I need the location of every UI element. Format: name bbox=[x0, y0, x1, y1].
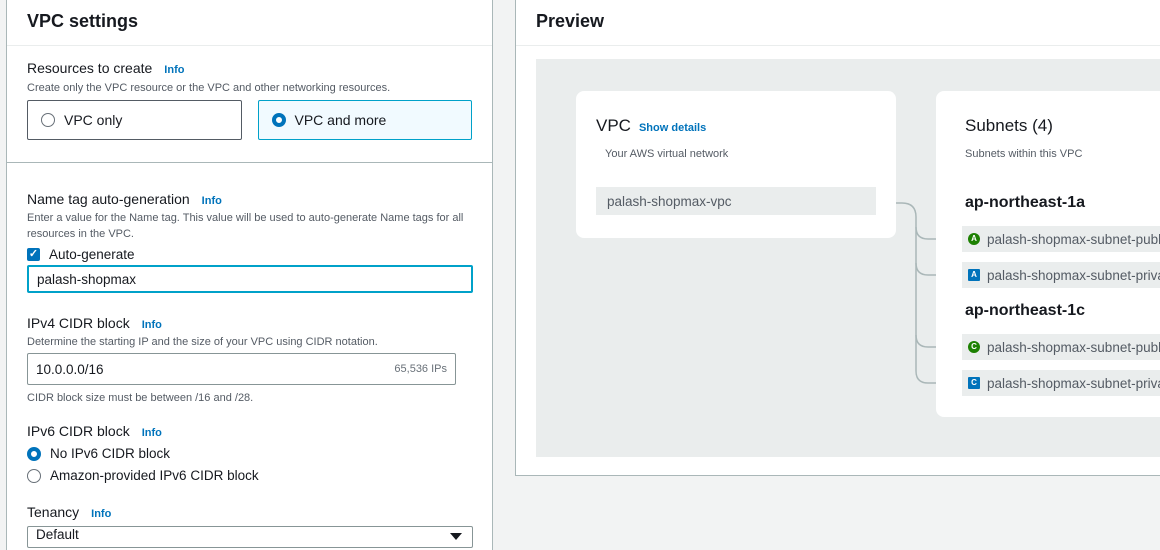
resources-section: Resources to create Info Create only the… bbox=[7, 46, 492, 163]
tenancy-label: Tenancy bbox=[27, 504, 80, 520]
name-tag-info-link[interactable]: Info bbox=[202, 195, 222, 207]
subnet-public2-node[interactable]: C palash-shopmax-subnet-public2-ap-north… bbox=[962, 334, 1160, 360]
auto-generate-checkbox[interactable]: ✓ bbox=[27, 248, 40, 261]
subnets-card: Subnets (4) Subnets within this VPC ap-n… bbox=[936, 91, 1160, 417]
resources-label: Resources to create bbox=[27, 60, 153, 76]
az-1c-label: ap-northeast-1c bbox=[965, 302, 1086, 319]
subnet-public1-node[interactable]: A palash-shopmax-subnet-public1-ap-north… bbox=[962, 226, 1160, 252]
ipv4-cidr-value: 10.0.0.0/16 bbox=[36, 361, 104, 377]
name-tag-label: Name tag auto-generation bbox=[27, 191, 190, 207]
ipv6-none-radio[interactable] bbox=[27, 446, 41, 461]
vpc-only-label: VPC only bbox=[64, 112, 123, 128]
subnet-private1-node[interactable]: A palash-shopmax-subnet-private1-ap-nort… bbox=[962, 262, 1160, 288]
name-tag-input[interactable]: palash-shopmax bbox=[27, 265, 473, 293]
private-subnet-icon: C bbox=[968, 377, 980, 389]
vpc-and-more-radio[interactable] bbox=[271, 113, 286, 127]
subnet-private2-node[interactable]: C palash-shopmax-subnet-private2-ap-nort… bbox=[962, 370, 1160, 396]
public-subnet-icon: C bbox=[968, 341, 980, 353]
ipv4-label-row: IPv4 CIDR block Info bbox=[27, 315, 472, 331]
ipv4-hint: CIDR block size must be between /16 and … bbox=[27, 392, 254, 404]
ipv6-label: IPv6 CIDR block bbox=[27, 423, 130, 439]
panel-header: VPC settings bbox=[7, 0, 492, 46]
tenancy-label-row: Tenancy Info bbox=[27, 504, 472, 520]
ipv6-none-option[interactable]: No IPv6 CIDR block bbox=[27, 446, 472, 461]
subnet-name: palash-shopmax-subnet-public2-ap-northea… bbox=[987, 339, 1160, 355]
subnet-name: palash-shopmax-subnet-public1-ap-northea… bbox=[987, 231, 1160, 247]
az-1a-label: ap-northeast-1a bbox=[965, 194, 1086, 211]
resources-description: Create only the VPC resource or the VPC … bbox=[27, 82, 391, 94]
tenancy-info-link[interactable]: Info bbox=[91, 508, 111, 520]
ipv4-ip-count: 65,536 IPs bbox=[394, 363, 447, 375]
subnets-card-subtitle: Subnets within this VPC bbox=[965, 148, 1083, 160]
vpc-settings-panel: VPC settings Resources to create Info Cr… bbox=[6, 0, 493, 550]
name-tag-label-row: Name tag auto-generation Info bbox=[27, 191, 472, 207]
settings-form: Name tag auto-generation Info Enter a va… bbox=[7, 163, 492, 548]
subnet-name: palash-shopmax-subnet-private1-ap-northe… bbox=[987, 267, 1160, 283]
preview-panel: Preview VPC Show details Your AWS virtua… bbox=[515, 0, 1160, 476]
auto-generate-label: Auto-generate bbox=[49, 247, 135, 262]
ipv4-cidr-input[interactable]: 10.0.0.0/16 65,536 IPs bbox=[27, 353, 456, 385]
show-details-link[interactable]: Show details bbox=[639, 122, 706, 134]
ipv6-amazon-label: Amazon-provided IPv6 CIDR block bbox=[50, 468, 259, 483]
resources-info-link[interactable]: Info bbox=[164, 64, 184, 76]
subnet-name: palash-shopmax-subnet-private2-ap-northe… bbox=[987, 375, 1160, 391]
vpc-card-subtitle: Your AWS virtual network bbox=[605, 148, 729, 160]
panel-title: VPC settings bbox=[27, 11, 139, 31]
vpc-name-node[interactable]: palash-shopmax-vpc bbox=[596, 187, 876, 215]
tenancy-select[interactable]: Default bbox=[27, 526, 473, 548]
ipv6-info-link[interactable]: Info bbox=[142, 427, 162, 439]
resources-tiles: VPC only VPC and more bbox=[27, 100, 472, 140]
preview-header: Preview bbox=[516, 0, 1160, 46]
preview-canvas: VPC Show details Your AWS virtual networ… bbox=[536, 59, 1160, 457]
ipv4-label: IPv4 CIDR block bbox=[27, 315, 130, 331]
public-subnet-icon: A bbox=[968, 233, 980, 245]
name-tag-description: Enter a value for the Name tag. This val… bbox=[27, 212, 464, 240]
vpc-card-header: VPC Show details bbox=[596, 116, 706, 136]
resources-label-row: Resources to create Info bbox=[27, 60, 472, 76]
private-subnet-icon: A bbox=[968, 269, 980, 281]
subnets-card-title: Subnets (4) bbox=[965, 116, 1053, 135]
ipv6-label-row: IPv6 CIDR block Info bbox=[27, 423, 472, 439]
vpc-only-radio[interactable] bbox=[41, 113, 55, 127]
ipv6-none-label: No IPv6 CIDR block bbox=[50, 446, 171, 461]
chevron-down-icon bbox=[450, 533, 462, 540]
vpc-only-tile[interactable]: VPC only bbox=[27, 100, 242, 140]
vpc-and-more-tile[interactable]: VPC and more bbox=[257, 100, 472, 140]
ipv6-amazon-radio[interactable] bbox=[27, 468, 41, 483]
auto-generate-row[interactable]: ✓ Auto-generate bbox=[27, 247, 472, 262]
preview-title: Preview bbox=[536, 11, 605, 31]
vpc-card: VPC Show details Your AWS virtual networ… bbox=[576, 91, 896, 238]
ipv6-amazon-option[interactable]: Amazon-provided IPv6 CIDR block bbox=[27, 468, 472, 483]
vpc-card-title: VPC bbox=[596, 116, 631, 135]
ipv4-info-link[interactable]: Info bbox=[142, 319, 162, 331]
tenancy-value: Default bbox=[36, 527, 79, 542]
ipv4-description: Determine the starting IP and the size o… bbox=[27, 336, 378, 348]
vpc-and-more-label: VPC and more bbox=[294, 112, 387, 128]
